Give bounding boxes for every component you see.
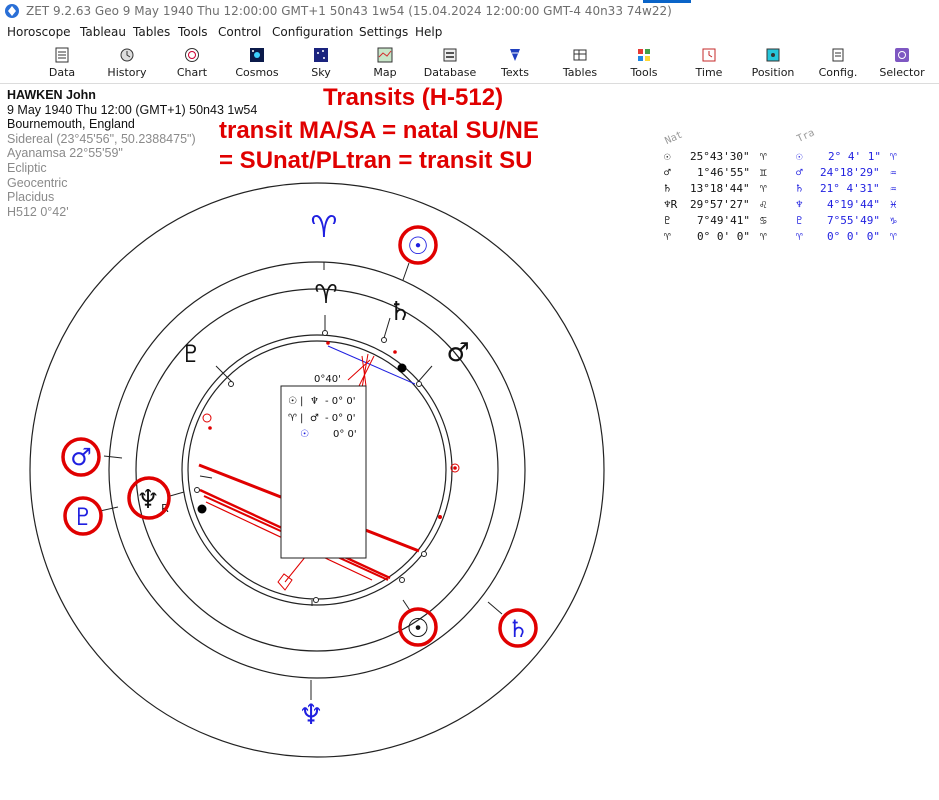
red-dot (326, 341, 330, 345)
legend-row3-val: 0° 0' (333, 429, 357, 440)
natal-pluto-glyph: ♇ (180, 340, 202, 368)
natal-saturn-glyph: ♄ (388, 297, 411, 327)
legend-row2-sep: | (300, 413, 303, 424)
natal-sun-glyph: ☉ (406, 614, 429, 644)
harmonic-chart-wheel: 0°40' ☉ | ♆ - 0° 0' ♈ | ♂ - 0° 0' ☉ 0° 0… (29, 182, 605, 758)
natal-neptune-glyph: ♆ (136, 485, 159, 515)
red-dot (393, 350, 397, 354)
transit-mars-glyph: ♂ (70, 443, 92, 471)
transit-saturn-glyph: ♄ (507, 615, 529, 643)
transit-pluto-glyph: ♇ (72, 503, 94, 531)
legend-row3-a: ☉ (300, 429, 309, 440)
aries-outer-glyph: ♈ (311, 210, 338, 245)
natal-neptune-dot (197, 504, 207, 514)
midpoint-legend-box (280, 385, 367, 559)
red-marker (202, 413, 212, 423)
red-dot (208, 426, 212, 430)
legend-row1-a: ☉ (288, 396, 297, 407)
natal-mars-glyph: ♂ (446, 338, 469, 368)
legend-row2-b: ♂ (310, 413, 319, 424)
legend-row1-b: ♆ (310, 396, 319, 407)
transit-sun-glyph: ☉ (407, 232, 429, 260)
legend-row2-val: - 0° 0' (325, 413, 355, 424)
red-dot (438, 515, 442, 519)
legend-row1-sep: | (300, 396, 303, 407)
natal-saturn-dot (397, 363, 407, 373)
orb-label: 0°40' (314, 374, 341, 385)
legend-row1-val: - 0° 0' (325, 396, 355, 407)
legend-row2-a: ♈ (288, 413, 297, 424)
transit-neptune-glyph: ♆ (298, 698, 323, 731)
red-marker-dot (453, 466, 457, 470)
aries-inner-glyph: ♈ (314, 280, 337, 310)
